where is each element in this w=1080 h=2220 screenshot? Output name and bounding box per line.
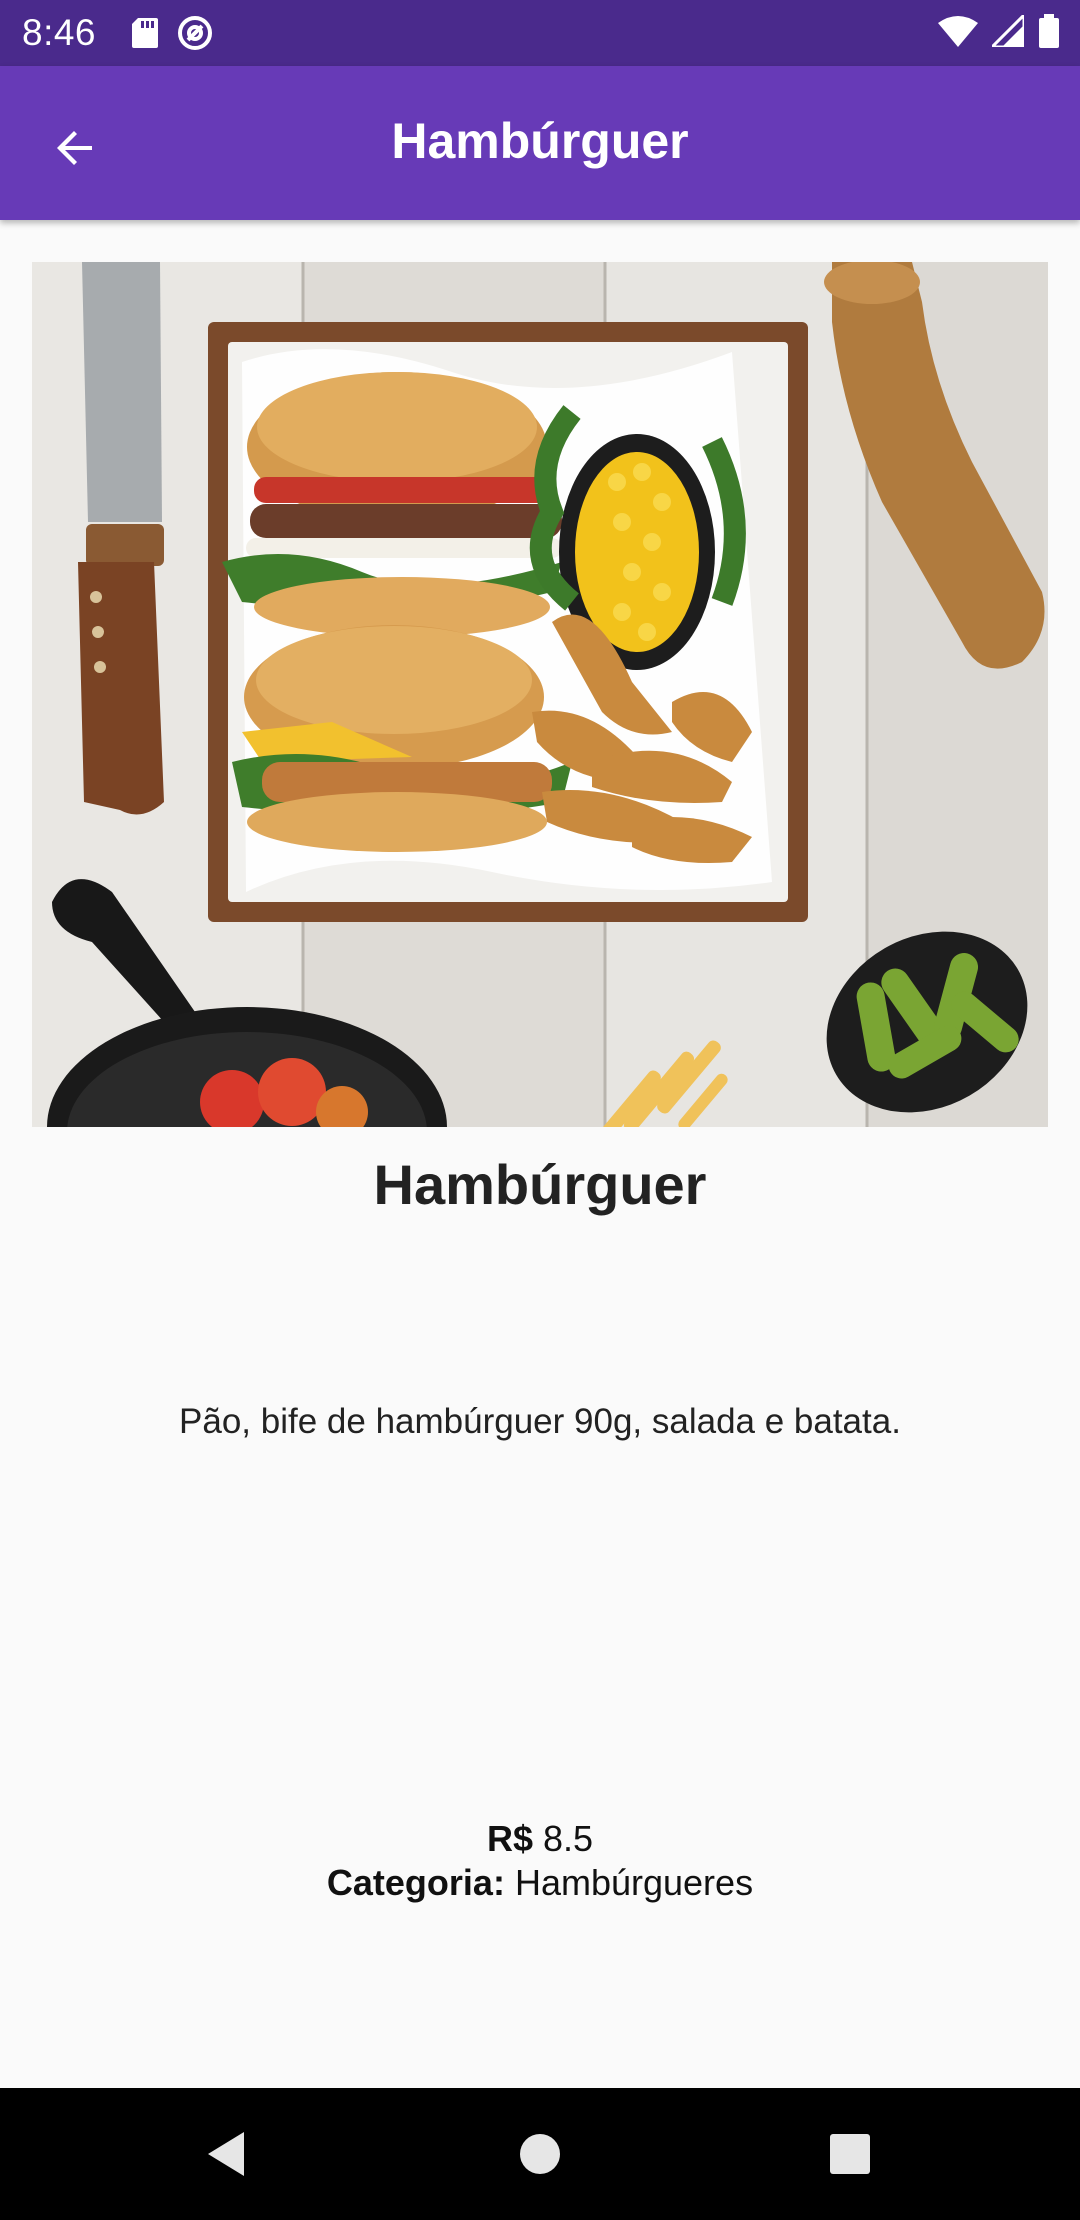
sd-card-icon: [132, 18, 158, 48]
status-left-icons: [132, 14, 214, 52]
system-nav-bar: [0, 2088, 1080, 2220]
page-title: Hambúrguer: [391, 113, 689, 169]
battery-icon: [1039, 14, 1059, 48]
sync-at-icon: [178, 16, 212, 50]
nav-recents-button[interactable]: [820, 2124, 880, 2184]
status-right-icons: [938, 14, 1060, 48]
app-bar: Hambúrguer: [0, 66, 1080, 220]
price-value: 8.5: [543, 1818, 594, 1859]
back-triangle-icon: [208, 2132, 244, 2176]
price-line: R$ 8.5: [0, 1818, 1080, 1860]
wifi-icon: [938, 16, 978, 47]
price-label: R$: [486, 1818, 533, 1859]
nav-back-button[interactable]: [196, 2124, 256, 2184]
status-bar: 8:46: [0, 0, 1080, 66]
status-time: 8:46: [22, 12, 97, 53]
nav-home-button[interactable]: [510, 2124, 570, 2184]
category-line: Categoria: Hambúrgueres: [0, 1862, 1080, 1904]
home-circle-icon: [520, 2134, 560, 2174]
category-value: Hambúrgueres: [514, 1862, 754, 1903]
signal-icon: [992, 15, 1024, 47]
product-image: [32, 262, 1048, 1127]
product-name: Hambúrguer: [373, 1153, 707, 1216]
product-description: Pão, bife de hambúrguer 90g, salada e ba…: [179, 1402, 901, 1441]
category-label: Categoria:: [326, 1862, 505, 1903]
recents-square-icon: [830, 2134, 870, 2174]
